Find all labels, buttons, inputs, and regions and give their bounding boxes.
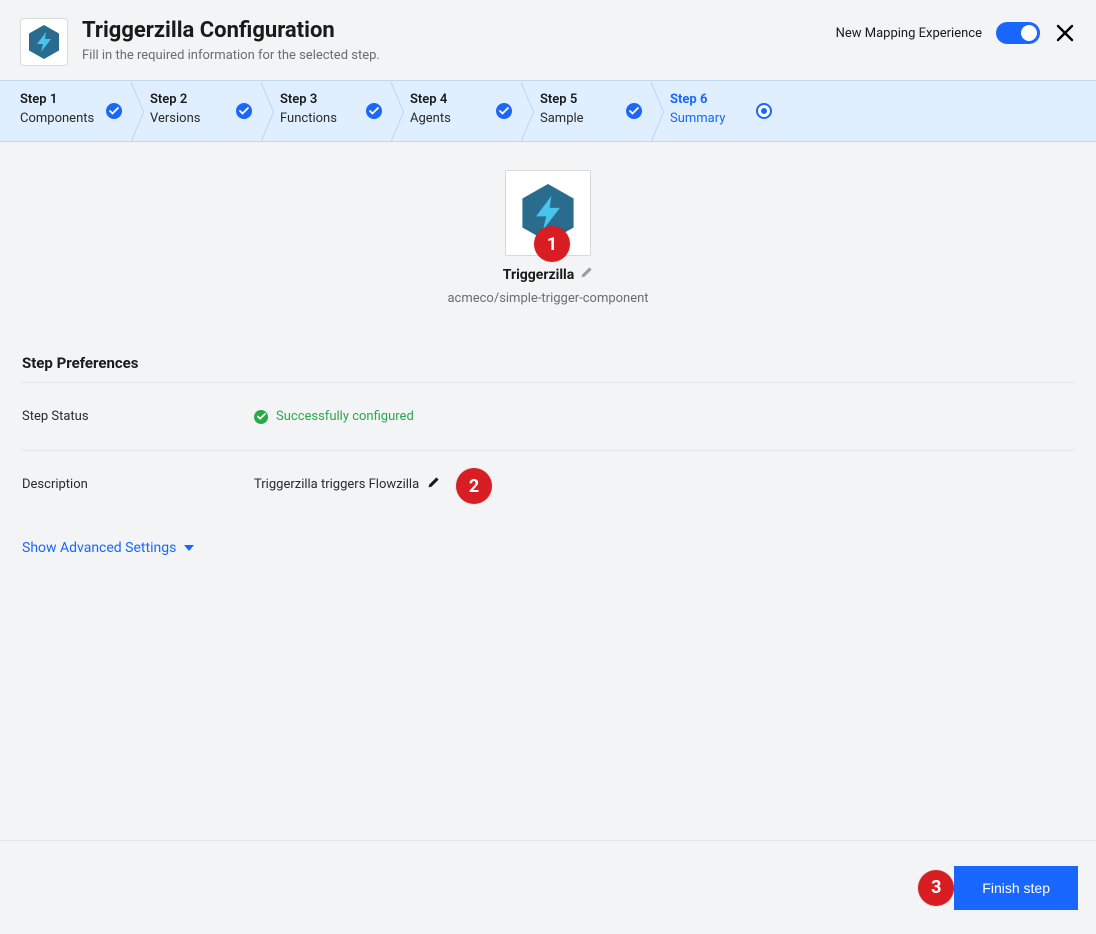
header-text-block: Triggerzilla Configuration Fill in the r… — [82, 18, 836, 63]
step-complete-icon — [756, 103, 772, 119]
wizard-step-4[interactable]: Step 4Agents — [390, 81, 520, 141]
pencil-icon — [580, 266, 593, 279]
step-complete-icon — [366, 103, 382, 119]
step-complete-icon — [496, 103, 512, 119]
finish-step-button[interactable]: Finish step — [954, 866, 1078, 910]
step-complete-icon — [626, 103, 642, 119]
wizard-step-5[interactable]: Step 5Sample — [520, 81, 650, 141]
component-summary-block: 1 Triggerzilla acmeco/simple-trigger-com… — [0, 142, 1096, 306]
step-complete-icon — [106, 103, 122, 119]
config-header: Triggerzilla Configuration Fill in the r… — [0, 0, 1096, 80]
description-text: Triggerzilla triggers Flowzilla — [254, 477, 419, 492]
step-preferences-section: Step Preferences Step Status Successfull… — [0, 354, 1096, 556]
wizard-step-3[interactable]: Step 3Functions — [260, 81, 390, 141]
step-preferences-title: Step Preferences — [22, 354, 1074, 372]
step-complete-icon — [236, 103, 252, 119]
new-mapping-experience-label: New Mapping Experience — [836, 26, 982, 41]
annotation-3: 3 — [918, 870, 954, 906]
edit-description-button[interactable] — [427, 476, 440, 493]
annotation-1: 1 — [534, 226, 570, 262]
chevron-down-icon — [184, 545, 194, 551]
component-slug: acmeco/simple-trigger-component — [447, 291, 648, 306]
description-label: Description — [22, 477, 254, 492]
description-value-wrap: Triggerzilla triggers Flowzilla 2 — [254, 476, 440, 493]
header-controls: New Mapping Experience — [836, 22, 1076, 44]
component-icon-box: 1 — [505, 170, 591, 256]
new-mapping-experience-toggle[interactable] — [996, 22, 1040, 44]
step-status-text: Successfully configured — [276, 409, 414, 424]
component-name-row: Triggerzilla — [503, 266, 593, 283]
wizard-step-2[interactable]: Step 2Versions — [130, 81, 260, 141]
pref-row-status: Step Status Successfully configured — [22, 382, 1074, 450]
step-status-label: Step Status — [22, 409, 254, 424]
page-title: Triggerzilla Configuration — [82, 18, 836, 44]
wizard-step-1[interactable]: Step 1Components — [0, 81, 130, 141]
show-advanced-settings-link[interactable]: Show Advanced Settings — [22, 540, 194, 556]
close-button[interactable] — [1054, 22, 1076, 44]
wizard-footer: 3 Finish step — [0, 840, 1096, 934]
header-component-icon — [20, 18, 68, 66]
component-name: Triggerzilla — [503, 267, 574, 283]
wizard-step-6[interactable]: Step 6Summary — [650, 81, 780, 141]
page-subtitle: Fill in the required information for the… — [82, 48, 836, 63]
show-advanced-settings-label: Show Advanced Settings — [22, 540, 176, 556]
success-check-icon — [254, 410, 268, 424]
bolt-hex-icon — [29, 25, 59, 59]
pencil-icon — [427, 476, 440, 489]
close-icon — [1056, 24, 1074, 42]
edit-name-button[interactable] — [580, 266, 593, 283]
wizard-stepper: Step 1ComponentsStep 2VersionsStep 3Func… — [0, 80, 1096, 142]
step-status-value: Successfully configured — [254, 409, 414, 424]
annotation-2: 2 — [456, 468, 492, 504]
pref-row-description: Description Triggerzilla triggers Flowzi… — [22, 450, 1074, 518]
